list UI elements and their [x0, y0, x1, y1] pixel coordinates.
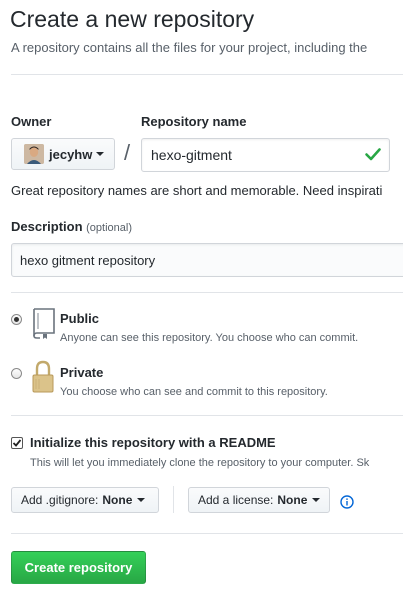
avatar	[24, 144, 44, 164]
chevron-down-icon	[312, 498, 321, 502]
page-subtitle: A repository contains all the files for …	[11, 40, 368, 55]
owner-label: Owner	[11, 114, 52, 129]
license-label: Add a license:	[198, 493, 274, 507]
gitignore-label: Add .gitignore:	[21, 493, 99, 507]
divider	[11, 415, 403, 416]
init-readme-label: Initialize this repository with a README	[30, 435, 276, 450]
license-select[interactable]: Add a license: None	[188, 487, 330, 513]
private-option-title: Private	[60, 365, 104, 380]
divider	[173, 486, 174, 513]
gitignore-value: None	[102, 493, 133, 507]
owner-name: jecyhw	[49, 146, 93, 162]
lock-icon	[32, 360, 54, 393]
description-input[interactable]	[11, 243, 403, 277]
check-icon	[365, 148, 381, 161]
private-option-desc: You choose who can see and commit to thi…	[60, 386, 328, 398]
checkmark-icon	[12, 439, 22, 447]
gitignore-select[interactable]: Add .gitignore: None	[11, 487, 159, 513]
init-readme-checkbox[interactable]	[11, 437, 23, 449]
divider	[11, 533, 403, 534]
description-label-text: Description	[11, 219, 83, 234]
repository-name-hint: Great repository names are short and mem…	[11, 183, 383, 198]
divider	[11, 292, 403, 293]
owner-select[interactable]: jecyhw	[11, 138, 115, 170]
chevron-down-icon	[96, 152, 105, 156]
public-radio[interactable]	[11, 314, 22, 325]
create-repository-button[interactable]: Create repository	[11, 551, 146, 584]
public-option-title: Public	[60, 311, 100, 326]
description-label: Description (optional)	[11, 219, 132, 234]
owner-repo-separator: /	[124, 140, 131, 165]
init-readme-desc: This will let you immediately clone the …	[30, 457, 370, 469]
page-title: Create a new repository	[10, 6, 255, 32]
divider	[11, 74, 403, 75]
public-option-desc: Anyone can see this repository. You choo…	[60, 332, 359, 344]
chevron-down-icon	[137, 498, 146, 502]
info-icon[interactable]	[340, 495, 354, 509]
license-value: None	[277, 493, 308, 507]
repository-name-label: Repository name	[141, 114, 247, 129]
optional-note: (optional)	[86, 222, 132, 234]
repository-name-input[interactable]	[141, 138, 390, 172]
repo-icon	[33, 308, 55, 339]
private-radio[interactable]	[11, 368, 22, 379]
